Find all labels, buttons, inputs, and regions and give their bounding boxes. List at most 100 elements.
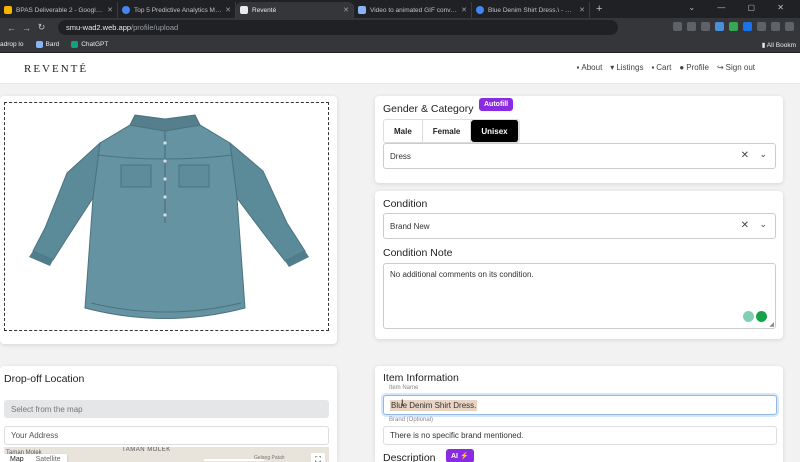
chevron-down-icon[interactable]: ⌄	[759, 149, 767, 160]
bag-icon: ▪	[651, 63, 655, 72]
tab-title: Video to animated GIF converte	[370, 6, 459, 14]
map-tab[interactable]: Map	[4, 454, 30, 462]
satellite-tab[interactable]: Satellite	[30, 454, 67, 462]
close-icon[interactable]: ✕	[579, 6, 585, 14]
close-icon[interactable]: ✕	[343, 6, 349, 14]
description-title: Description	[383, 452, 436, 462]
condition-note-title: Condition Note	[383, 247, 453, 259]
site-logo[interactable]: REVENTÉ	[24, 63, 88, 75]
back-icon[interactable]: ←	[6, 23, 17, 33]
item-name-input[interactable]: Blue Denim Shirt Dress.	[383, 395, 777, 415]
map-view[interactable]: Taman Molek TAMAN MOLEK Gelang Patah Map…	[4, 447, 329, 462]
nav-label: Profile	[686, 63, 709, 72]
dropoff-card: Drop-off Location Select from the map Yo…	[0, 366, 337, 462]
clear-icon[interactable]: ✕	[741, 150, 749, 161]
bookmark-item[interactable]: Bard	[35, 41, 59, 48]
reload-icon[interactable]: ↻	[36, 22, 47, 33]
image-upload-card	[0, 96, 337, 344]
nav-profile[interactable]: ● Profile	[679, 63, 709, 72]
user-icon: ●	[679, 63, 685, 72]
dropoff-title: Drop-off Location	[4, 373, 85, 385]
menu-icon[interactable]	[785, 22, 794, 31]
window-controls[interactable]: ⌄ — ▢ ✕	[688, 3, 794, 12]
url-path: /profile/upload	[131, 23, 179, 32]
extension-icon[interactable]	[743, 22, 752, 31]
category-select[interactable]: Dress ✕ ⌄	[383, 143, 776, 169]
nav-label: Cart	[656, 63, 672, 72]
condition-select[interactable]: Brand New ✕ ⌄	[383, 213, 776, 239]
nav-signout[interactable]: ↪ Sign out	[717, 63, 755, 72]
bookmarks-bar: adrop lo Bard ChatGPT ▮ All Bookm	[0, 37, 800, 53]
extensions-row	[673, 22, 794, 31]
extension-icon[interactable]	[715, 22, 724, 31]
star-icon[interactable]	[701, 22, 710, 31]
url-domain: smu-wad2.web.app	[66, 23, 132, 32]
chevron-down-icon[interactable]: ⌄	[759, 219, 767, 230]
site-icon	[122, 6, 130, 14]
book-icon: ▪	[576, 63, 580, 72]
condition-value: Brand New	[390, 221, 430, 231]
brand-label: Brand (Optional)	[389, 417, 434, 423]
slides-icon	[4, 6, 12, 14]
map-place-label: TAMAN MOLEK	[122, 447, 171, 453]
condition-note-value: No additional comments on its condition.	[390, 270, 534, 279]
close-icon[interactable]: ✕	[107, 6, 113, 14]
nav-label: About	[581, 63, 603, 72]
main-nav: ▪ About ▾ Listings ▪ Cart ● Profile ↪ Sign ou…	[577, 63, 755, 72]
grammar-icon[interactable]	[743, 311, 754, 322]
signout-icon: ↪	[716, 63, 724, 72]
close-icon[interactable]: ✕	[461, 6, 467, 14]
nav-cart[interactable]: ▪ Cart	[651, 63, 671, 72]
browser-tab[interactable]: Top 5 Predictive Analytics Mode ✕	[118, 2, 236, 18]
browser-tab[interactable]: Blue Denim Shirt Dress.\ - Goog ✕	[472, 2, 590, 18]
download-icon[interactable]	[771, 22, 780, 31]
gif-icon	[358, 6, 366, 14]
gender-male-button[interactable]: Male	[384, 120, 423, 142]
map-select-input[interactable]: Select from the map	[4, 400, 329, 418]
nav-listings[interactable]: ▾ Listings	[610, 63, 643, 72]
textarea-tools	[743, 311, 767, 322]
forward-icon[interactable]: →	[21, 23, 32, 33]
browser-tab[interactable]: Video to animated GIF converte ✕	[354, 2, 472, 18]
new-tab-icon[interactable]: +	[596, 2, 602, 18]
revente-favicon-icon	[240, 6, 248, 14]
site-header: REVENTÉ ▪ About ▾ Listings ▪ Cart ● Profile …	[0, 53, 800, 84]
all-bookmarks[interactable]: ▮ All Bookm	[762, 41, 796, 49]
condition-card: Condition Brand New ✕ ⌄ Condition Note N…	[375, 191, 783, 339]
item-info-card: Item Information Item Name Blue Denim Sh…	[375, 366, 783, 462]
gender-female-button[interactable]: Female	[422, 120, 472, 142]
address-input[interactable]: Your Address	[4, 426, 329, 445]
close-icon[interactable]: ✕	[225, 6, 231, 14]
gender-unisex-button[interactable]: Unisex	[471, 120, 519, 142]
tab-title: BPAS Deliverable 2 - Google Sli	[16, 6, 105, 14]
bookmark-item[interactable]: ChatGPT	[71, 41, 108, 48]
address-bar-row: ← → ↻ smu-wad2.web.app/profile/upload	[0, 18, 800, 37]
url-field[interactable]: smu-wad2.web.app/profile/upload	[58, 20, 618, 35]
share-icon[interactable]	[687, 22, 696, 31]
brand-input[interactable]: There is no specific brand mentioned.	[383, 426, 777, 445]
ai-description-button[interactable]: AI ⚡	[446, 449, 474, 462]
browser-tab[interactable]: BPAS Deliverable 2 - Google Sli ✕	[0, 2, 118, 18]
browser-tab-active[interactable]: Reventé ✕	[236, 2, 354, 18]
fullscreen-icon[interactable]: ⛶	[311, 453, 325, 462]
shirt-icon: ▾	[610, 63, 615, 72]
item-info-title: Item Information	[383, 372, 459, 384]
bookmark-item[interactable]: adrop lo	[0, 41, 24, 48]
tab-title: Reventé	[252, 6, 277, 14]
nav-about[interactable]: ▪ About	[577, 63, 603, 72]
puzzle-icon[interactable]	[757, 22, 766, 31]
chatgpt-icon	[71, 41, 79, 48]
bookmark-label: ChatGPT	[81, 41, 109, 48]
condition-note-textarea[interactable]: No additional comments on its condition.…	[383, 263, 776, 329]
clear-icon[interactable]: ✕	[741, 220, 749, 231]
extension-icon[interactable]	[729, 22, 738, 31]
resize-handle-icon[interactable]: ◢	[769, 321, 774, 328]
location-icon[interactable]	[673, 22, 682, 31]
autofill-button[interactable]: Autofill	[479, 98, 514, 111]
grammarly-icon[interactable]	[756, 311, 767, 322]
nav-label: Listings	[616, 63, 644, 72]
bookmark-label: adrop lo	[0, 41, 24, 48]
text-cursor-icon: I	[401, 398, 404, 408]
category-value: Dress	[390, 151, 411, 161]
image-dropzone[interactable]	[4, 102, 329, 331]
